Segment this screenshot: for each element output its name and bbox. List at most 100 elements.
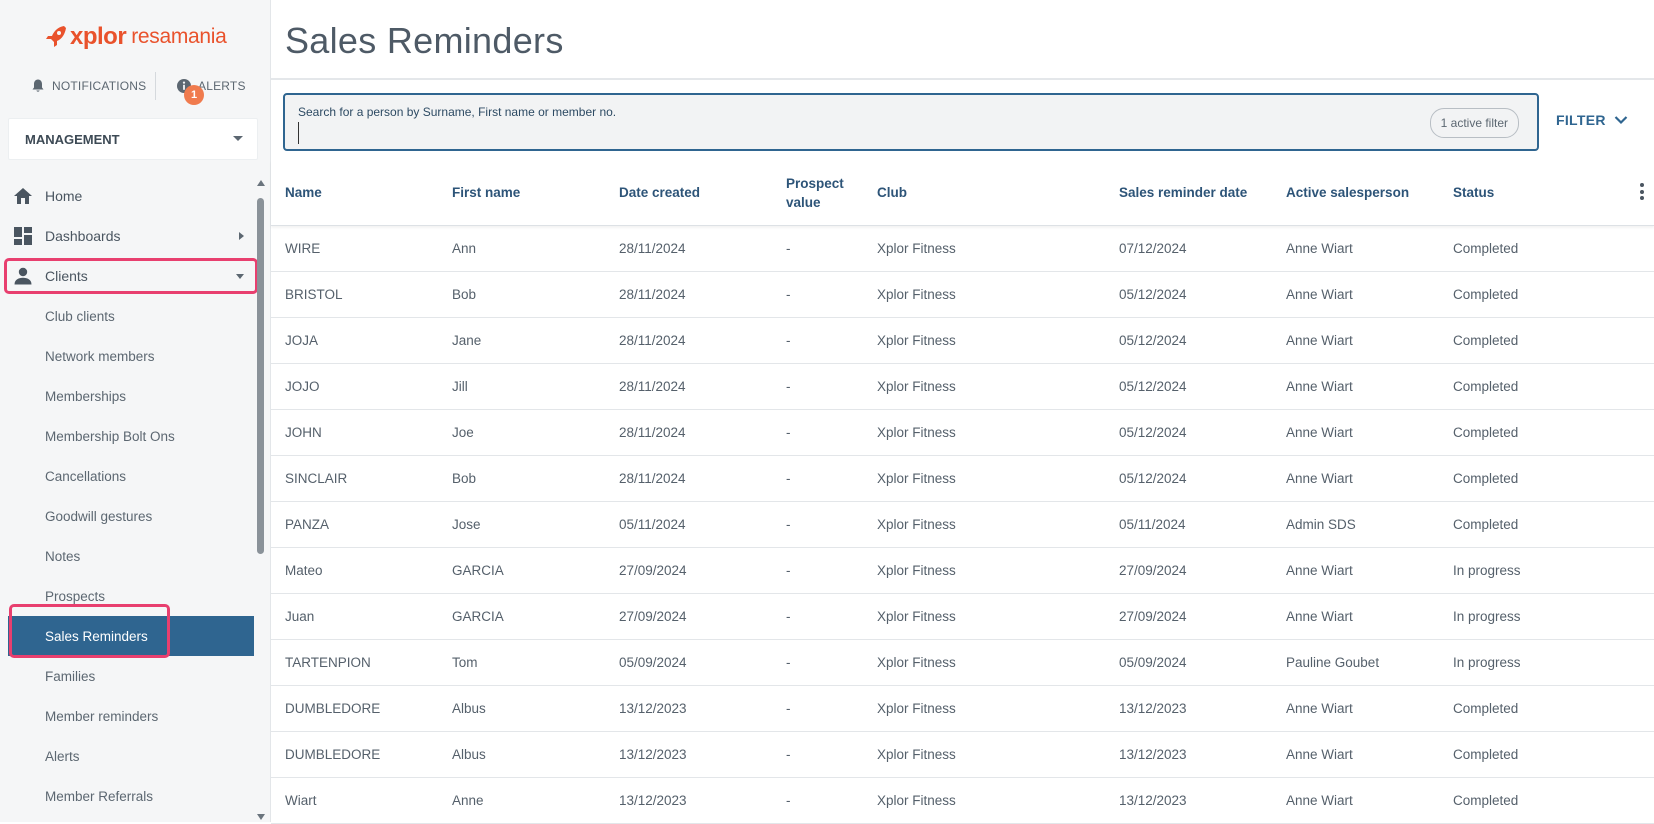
cell-name: DUMBLEDORE [285, 701, 381, 716]
column-header-prospect-value[interactable]: Prospect value [786, 160, 866, 225]
cell-club: Xplor Fitness [877, 425, 956, 440]
sidebar-subitem-label: Member Referrals [45, 788, 154, 804]
workspace-select[interactable]: MANAGEMENT [8, 118, 258, 160]
cell-active-salesperson: Anne Wiart [1286, 425, 1353, 440]
cell-first-name: Ann [452, 241, 477, 256]
table-row[interactable]: TARTENPION Tom 05/09/2024 - Xplor Fitness 05/… [271, 640, 1654, 686]
cell-name: Wiart [285, 793, 317, 808]
cell-date-created: 28/11/2024 [619, 471, 686, 486]
cell-prospect-value: - [786, 563, 791, 578]
notifications-link[interactable]: NOTIFICATIONS [30, 70, 146, 102]
cell-active-salesperson: Admin SDS [1286, 517, 1356, 532]
cell-prospect-value: - [786, 747, 791, 762]
sidebar-subitem-member-referrals[interactable]: Member Referrals [0, 776, 254, 816]
column-header-sales-reminder-date[interactable]: Sales reminder date [1119, 160, 1247, 225]
sidebar-subitem-member-reminders[interactable]: Member reminders [0, 696, 254, 736]
column-header-club[interactable]: Club [877, 160, 907, 225]
search-input[interactable] [298, 122, 1301, 144]
cell-first-name: Anne [452, 793, 484, 808]
cell-active-salesperson: Anne Wiart [1286, 471, 1353, 486]
cell-prospect-value: - [786, 793, 791, 808]
table-row[interactable]: SINCLAIR Bob 28/11/2024 - Xplor Fitness 05/12… [271, 456, 1654, 502]
sidebar-subitem-label: Membership Bolt Ons [45, 428, 175, 444]
filter-button[interactable]: FILTER [1556, 112, 1628, 128]
cell-first-name: Bob [452, 471, 477, 486]
cell-sales-reminder-date: 05/12/2024 [1119, 471, 1187, 486]
cell-status: Completed [1453, 701, 1519, 716]
active-filter-chip[interactable]: 1 active filter [1429, 108, 1519, 138]
cell-sales-reminder-date: 13/12/2023 [1119, 701, 1187, 716]
cell-status: Completed [1453, 379, 1519, 394]
scroll-down-arrow-icon[interactable] [257, 814, 265, 820]
cell-active-salesperson: Anne Wiart [1286, 563, 1353, 578]
table-row[interactable]: DUMBLEDORE Albus 13/12/2023 - Xplor Fitness 1… [271, 686, 1654, 732]
table-row[interactable]: PANZA Jose 05/11/2024 - Xplor Fitness 05/11/2… [271, 502, 1654, 548]
table-row[interactable]: BRISTOL Bob 28/11/2024 - Xplor Fitness 05/12/… [271, 272, 1654, 318]
cell-name: JOJO [285, 379, 320, 394]
cell-prospect-value: - [786, 287, 791, 302]
sidebar-subitem-families[interactable]: Families [0, 656, 254, 696]
cell-name: SINCLAIR [285, 471, 348, 486]
cell-active-salesperson: Anne Wiart [1286, 793, 1353, 808]
cell-name: JOHN [285, 425, 322, 440]
column-header-active-salesperson[interactable]: Active salesperson [1286, 160, 1409, 225]
cell-active-salesperson: Pauline Goubet [1286, 655, 1380, 670]
cell-date-created: 05/09/2024 [619, 655, 687, 670]
home-icon [14, 188, 32, 204]
sidebar-subitem-alerts[interactable]: Alerts [0, 736, 254, 776]
cell-club: Xplor Fitness [877, 747, 956, 762]
cell-date-created: 28/11/2024 [619, 241, 686, 256]
table-row[interactable]: Juan GARCIA 27/09/2024 - Xplor Fitness 27/09/… [271, 594, 1654, 640]
cell-club: Xplor Fitness [877, 793, 956, 808]
cell-name: PANZA [285, 517, 330, 532]
cell-status: Completed [1453, 471, 1519, 486]
search-box[interactable]: Search for a person by Surname, First na… [283, 93, 1539, 151]
scroll-up-arrow-icon[interactable] [257, 180, 265, 186]
cell-club: Xplor Fitness [877, 655, 956, 670]
table-row[interactable]: Mateo GARCIA 27/09/2024 - Xplor Fitness 27/09… [271, 548, 1654, 594]
alerts-count-badge: 1 [184, 85, 204, 105]
sidebar-subitem-memberships[interactable]: Memberships [0, 376, 254, 416]
sidebar-subitem-notes[interactable]: Notes [0, 536, 254, 576]
scrollbar-thumb[interactable] [257, 198, 264, 554]
brand-logo[interactable]: xplor resamania [44, 22, 227, 52]
sidebar-subitem-goodwill-gestures[interactable]: Goodwill gestures [0, 496, 254, 536]
table-row[interactable]: Wiart Anne 13/12/2023 - Xplor Fitness 13/12/2… [271, 778, 1654, 824]
main-content: Sales Reminders Search for a person by S… [271, 0, 1654, 824]
cell-club: Xplor Fitness [877, 241, 956, 256]
sidebar-subitem-club-clients[interactable]: Club clients [0, 296, 254, 336]
cell-first-name: Bob [452, 287, 477, 302]
cell-name: DUMBLEDORE [285, 747, 381, 762]
sales-reminders-highlight-box [9, 604, 170, 658]
column-header-first-name[interactable]: First name [452, 160, 520, 225]
table-row[interactable]: JOHN Joe 28/11/2024 - Xplor Fitness 05/12/202… [271, 410, 1654, 456]
cell-first-name: Tom [452, 655, 478, 670]
cell-club: Xplor Fitness [877, 287, 956, 302]
sidebar-subitem-membership-bolt-ons[interactable]: Membership Bolt Ons [0, 416, 254, 456]
table-row[interactable]: DUMBLEDORE Albus 13/12/2023 - Xplor Fitness 1… [271, 732, 1654, 778]
sidebar-item-dashboards[interactable]: Dashboards [0, 216, 254, 256]
cell-prospect-value: - [786, 425, 791, 440]
table-row[interactable]: WIRE Ann 28/11/2024 - Xplor Fitness 07/12/202… [271, 226, 1654, 272]
cell-name: WIRE [285, 241, 321, 256]
page-title: Sales Reminders [285, 20, 564, 61]
sidebar-subitem-label: Club clients [45, 308, 115, 324]
cell-name: TARTENPION [285, 655, 371, 670]
cell-date-created: 13/12/2023 [619, 793, 687, 808]
table-row[interactable]: JOJA Jane 28/11/2024 - Xplor Fitness 05/12/20… [271, 318, 1654, 364]
sidebar-subitem-cancellations[interactable]: Cancellations [0, 456, 254, 496]
sidebar-scrollbar[interactable] [256, 180, 266, 822]
sidebar: xplor resamania NOTIFICATIONS ALERTS 1 M… [0, 0, 271, 822]
cell-name: Juan [285, 609, 315, 624]
table-row[interactable]: JOJO Jill 28/11/2024 - Xplor Fitness 05/12/20… [271, 364, 1654, 410]
column-header-date-created[interactable]: Date created [619, 160, 700, 225]
column-header-name[interactable]: Name [285, 160, 322, 225]
sidebar-subitem-network-members[interactable]: Network members [0, 336, 254, 376]
more-options-icon[interactable] [1640, 183, 1644, 203]
sidebar-item-home[interactable]: Home [0, 176, 254, 216]
cell-date-created: 28/11/2024 [619, 379, 686, 394]
cell-prospect-value: - [786, 517, 791, 532]
cell-club: Xplor Fitness [877, 471, 956, 486]
cell-prospect-value: - [786, 471, 791, 486]
column-header-status[interactable]: Status [1453, 160, 1494, 225]
